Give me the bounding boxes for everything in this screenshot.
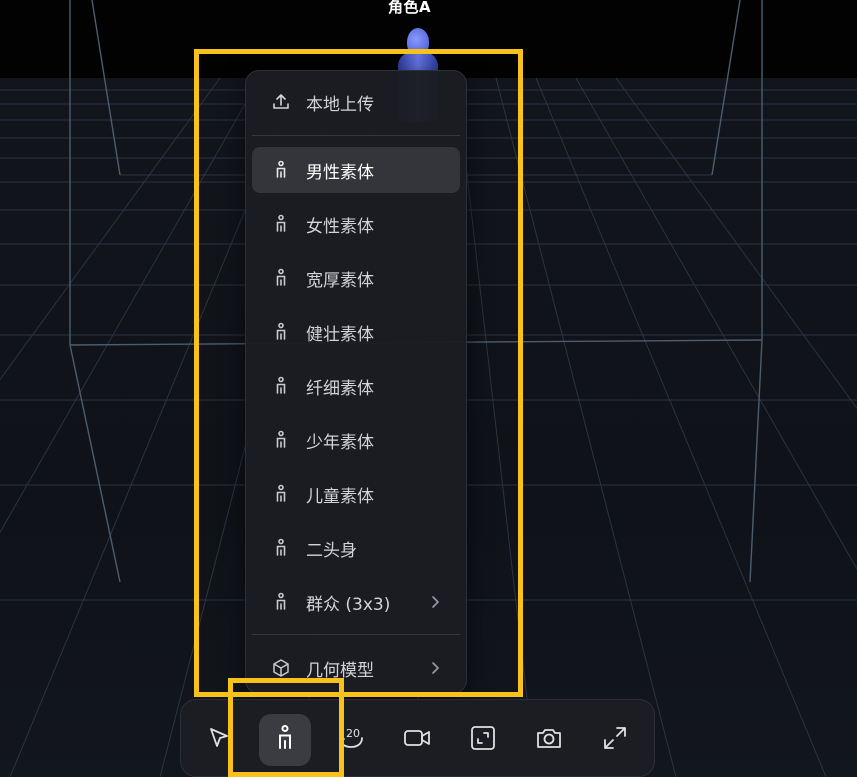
menu-item-label: 少年素体 [306,432,374,453]
chevron-right-icon [426,593,444,611]
menu-item-teen-body[interactable]: 少年素体 [252,417,460,463]
character-label: 角色A [388,0,432,16]
menu-item-label: 儿童素体 [306,486,374,507]
person-icon [270,213,292,235]
menu-item-label: 女性素体 [306,216,374,237]
video-camera-tool-button[interactable] [391,714,443,766]
menu-item-label: 宽厚素体 [306,270,374,291]
person-icon [270,159,292,181]
person-icon [270,483,292,505]
person-icon [270,429,292,451]
menu-item-label: 二头身 [306,540,357,561]
menu-item-chibi-body[interactable]: 二头身 [252,525,460,571]
menu-item-label: 纤细素体 [306,378,374,399]
rotate-tool-button[interactable]: 20 [325,714,377,766]
chevron-right-icon [426,659,444,677]
rotate-icon: 20 [336,724,366,756]
person-icon [272,724,298,756]
person-icon [270,591,292,613]
menu-item-label: 健壮素体 [306,324,374,345]
person-icon [270,267,292,289]
menu-item-strong-body[interactable]: 健壮素体 [252,309,460,355]
menu-item-local-upload[interactable]: 本地上传 [252,79,460,125]
menu-item-label: 男性素体 [306,162,374,183]
bottom-toolbar: 20 [180,699,655,777]
screenshot-tool-button[interactable] [523,714,575,766]
cube-icon [270,657,292,679]
person-icon [270,375,292,397]
menu-item-crowd[interactable]: 群众 (3x3) [252,579,460,625]
upload-icon [270,91,292,113]
camera-icon [535,725,563,755]
person-tool-button[interactable] [259,714,311,766]
menu-item-female-body[interactable]: 女性素体 [252,201,460,247]
expand-icon [602,725,628,755]
menu-item-male-body[interactable]: 男性素体 [252,147,460,193]
menu-item-slim-body[interactable]: 纤细素体 [252,363,460,409]
rotate-icon-text: 20 [346,727,360,740]
menu-item-geometry[interactable]: 几何模型 [252,645,460,691]
select-tool-button[interactable] [193,714,245,766]
pointer-icon [206,725,232,755]
person-icon [270,537,292,559]
video-camera-icon [403,726,431,754]
frame-icon [469,724,497,756]
menu-item-child-body[interactable]: 儿童素体 [252,471,460,517]
fullscreen-tool-button[interactable] [589,714,641,766]
menu-item-label: 本地上传 [306,94,374,115]
person-icon [270,321,292,343]
menu-item-label: 群众 (3x3) [306,594,391,615]
add-model-menu: 本地上传 男性素体 女性素体 宽厚素体 健壮素体 纤细素体 少年素体 儿童素体 … [245,70,467,694]
menu-item-label: 几何模型 [306,660,374,681]
menu-divider [252,634,460,635]
frame-tool-button[interactable] [457,714,509,766]
menu-item-broad-body[interactable]: 宽厚素体 [252,255,460,301]
menu-divider [252,135,460,136]
